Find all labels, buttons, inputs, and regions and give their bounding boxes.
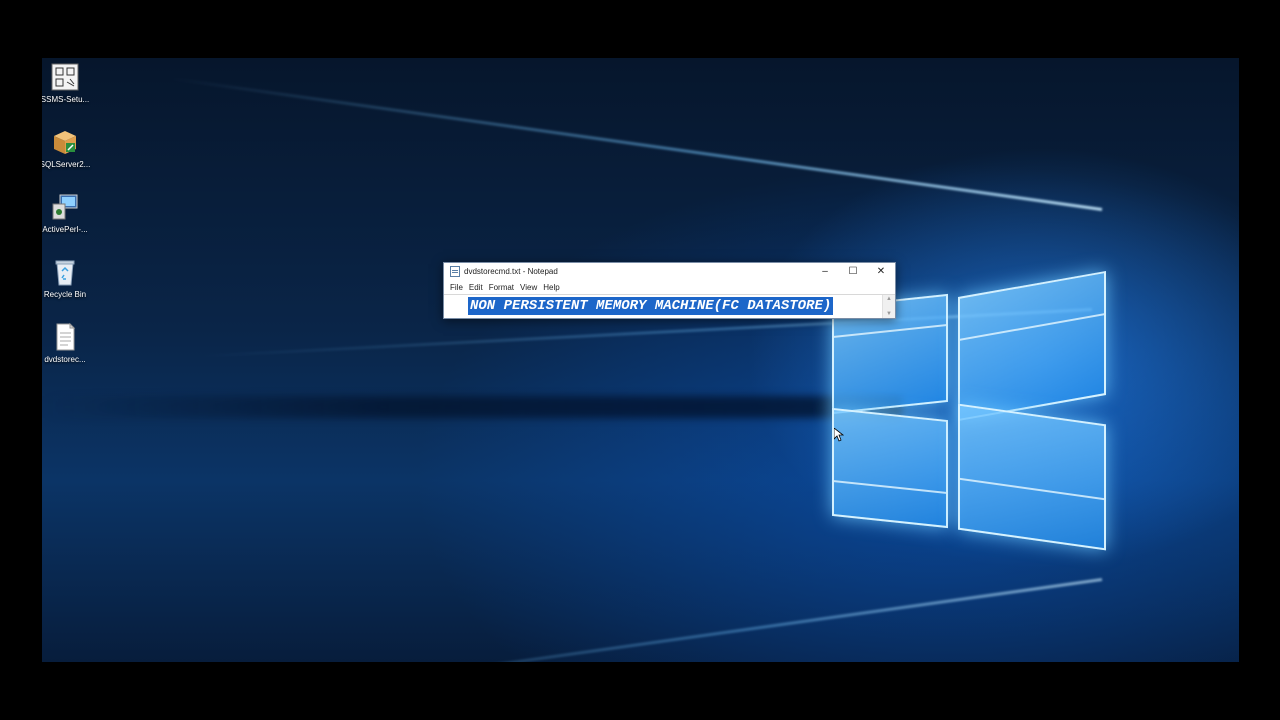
vertical-scrollbar[interactable]: ▲ ▼ xyxy=(882,295,895,318)
text-editor-area[interactable]: NON PERSISTENT MEMORY MACHINE(FC DATASTO… xyxy=(444,294,895,318)
installer-icon xyxy=(50,62,80,92)
logo-pane-bottom-right xyxy=(958,403,1106,551)
desktop-icon-activeperl[interactable]: ActivePerl-... xyxy=(42,192,97,234)
scroll-up-icon[interactable]: ▲ xyxy=(883,296,895,302)
notepad-window[interactable]: dvdstorecmd.txt - Notepad – ☐ ✕ File Edi… xyxy=(443,262,896,319)
scroll-down-icon[interactable]: ▼ xyxy=(883,311,895,317)
selected-text[interactable]: NON PERSISTENT MEMORY MACHINE(FC DATASTO… xyxy=(468,297,834,315)
desktop-icon-sqlserver[interactable]: SQLServer2... xyxy=(42,127,97,169)
desktop-icon-recycle-bin[interactable]: Recycle Bin xyxy=(42,257,97,299)
maximize-button[interactable]: ☐ xyxy=(839,263,867,280)
menu-view[interactable]: View xyxy=(518,283,541,292)
menu-help[interactable]: Help xyxy=(541,283,563,292)
setup-computer-icon xyxy=(50,192,80,222)
wallpaper-shadow xyxy=(42,396,902,418)
desktop-icon-dvdstore-file[interactable]: dvdstorec... xyxy=(42,322,97,364)
logo-pane-bottom-left xyxy=(832,407,948,529)
desktop-icon-label: dvdstorec... xyxy=(44,355,86,364)
title-bar[interactable]: dvdstorecmd.txt - Notepad – ☐ ✕ xyxy=(444,263,895,280)
light-beam xyxy=(170,77,1103,211)
close-button[interactable]: ✕ xyxy=(867,263,895,280)
menu-format[interactable]: Format xyxy=(487,283,518,292)
minimize-button[interactable]: – xyxy=(811,263,839,280)
window-controls: – ☐ ✕ xyxy=(811,263,895,280)
menu-file[interactable]: File xyxy=(448,283,467,292)
text-file-icon xyxy=(50,322,80,352)
desktop-icon-label: Recycle Bin xyxy=(43,290,87,299)
light-beam xyxy=(250,578,1103,662)
recycle-bin-icon xyxy=(50,257,80,287)
window-title: dvdstorecmd.txt - Notepad xyxy=(464,267,558,276)
notepad-icon xyxy=(450,266,460,277)
desktop-icon-label: SQLServer2... xyxy=(42,160,91,169)
desktop: SSMS-Setu... SQLServer2... ActivePerl-..… xyxy=(42,58,1239,662)
menu-bar: File Edit Format View Help xyxy=(444,280,895,294)
desktop-icon-ssms-setup[interactable]: SSMS-Setu... xyxy=(42,62,97,104)
desktop-icon-label: ActivePerl-... xyxy=(42,225,88,234)
desktop-icon-label: SSMS-Setu... xyxy=(42,95,90,104)
logo-pane-top-right xyxy=(958,270,1106,422)
menu-edit[interactable]: Edit xyxy=(467,283,487,292)
package-icon xyxy=(50,127,80,157)
